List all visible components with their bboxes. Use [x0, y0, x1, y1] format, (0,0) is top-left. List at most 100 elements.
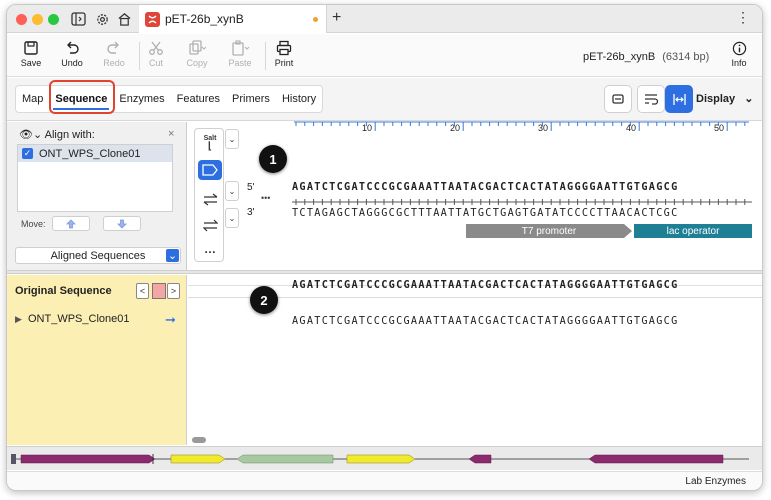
gear-icon[interactable] — [93, 10, 111, 28]
next-button[interactable]: > — [167, 283, 180, 299]
wrap-text-button[interactable] — [637, 85, 665, 113]
fit-width-icon — [672, 93, 686, 105]
tab-history[interactable]: History — [276, 86, 322, 112]
pane-splitter[interactable] — [7, 270, 762, 274]
feature-bar[interactable] — [20, 454, 156, 464]
print-button[interactable]: Print — [265, 38, 303, 68]
arrow-right-icon[interactable]: ➞ — [165, 312, 176, 328]
redo-label: Redo — [103, 58, 125, 68]
salt-button[interactable]: Salt ⌊ — [198, 133, 222, 153]
dna-file-icon — [145, 11, 160, 27]
list-item-label: ONT_WPS_Clone01 — [39, 147, 141, 160]
list-item[interactable]: ▶ ONT_WPS_Clone01 — [15, 313, 129, 325]
fit-width-button[interactable] — [665, 85, 693, 113]
cut-button[interactable]: Cut — [137, 38, 175, 68]
list-item-label: ONT_WPS_Clone01 — [27, 313, 130, 325]
cut-label: Cut — [148, 58, 163, 68]
document-name: pET-26b_xynB — [583, 51, 656, 63]
document-tab-title: pET-26b_xynB — [165, 12, 244, 26]
copy-button[interactable]: Copy — [178, 38, 216, 68]
tab-primers[interactable]: Primers — [226, 86, 276, 112]
chevron-down-icon: ⌄ — [228, 134, 236, 144]
print-label: Print — [274, 58, 294, 68]
home-icon[interactable] — [115, 10, 133, 28]
aligned-sequence[interactable]: AGATCTCGATCCCGCGAAATTAATACGACTCACTATAGGG… — [292, 316, 679, 327]
label-tool-button[interactable] — [198, 160, 222, 180]
top-strand-sequence[interactable]: AGATCTCGATCCCGCGAAATTAATACGACTCACTATAGGG… — [292, 182, 679, 193]
ruler-label: 10 — [362, 123, 373, 133]
swap-icon — [202, 219, 218, 231]
info-label: Info — [731, 58, 747, 68]
bottom-strand-sequence[interactable]: TCTAGAGCTAGGGCGCTTTAATTATGCTGAGTGATATCCC… — [292, 208, 679, 219]
callout-marker-2: 2 — [250, 286, 278, 314]
status-bar: Lab Enzymes — [7, 471, 762, 490]
close-window-button[interactable] — [16, 14, 27, 25]
unsaved-indicator — [313, 17, 318, 22]
strand-dropdown[interactable]: ⌄ — [225, 181, 239, 201]
align-panel: 👁︎⌄ Align with: × ✓ ONT_WPS_Clone01 Move… — [7, 122, 187, 270]
previous-button[interactable]: < — [136, 283, 149, 299]
tab-map[interactable]: Map — [16, 86, 49, 112]
checkbox[interactable]: ✓ — [22, 148, 33, 159]
feature-map — [11, 454, 749, 464]
display-menu-button[interactable]: Display ⌄ — [696, 92, 753, 105]
original-sequence-panel: Original Sequence < > ▶ ONT_WPS_Clone01 … — [7, 275, 187, 445]
save-icon — [12, 38, 50, 58]
selection-icon — [612, 94, 624, 104]
strand-toggle-button[interactable] — [198, 189, 222, 209]
tab-features[interactable]: Features — [171, 86, 226, 112]
salt-dropdown[interactable]: ⌄ — [225, 129, 239, 149]
printer-icon — [265, 38, 303, 58]
feature-bar[interactable] — [588, 454, 724, 464]
copy-label: Copy — [186, 58, 208, 68]
close-align-panel-button[interactable]: × — [168, 128, 174, 140]
save-button[interactable]: Save — [12, 38, 50, 68]
feature-lac-operator[interactable]: lac operator — [634, 224, 752, 238]
clipboard-icon — [221, 38, 259, 58]
feature-bar[interactable] — [236, 454, 334, 464]
list-item[interactable]: ✓ ONT_WPS_Clone01 — [18, 145, 172, 162]
tab-enzymes[interactable]: Enzymes — [113, 86, 170, 112]
align-with-header[interactable]: 👁︎⌄ Align with: — [19, 128, 95, 141]
swap-dropdown[interactable]: ⌄ — [225, 208, 239, 228]
minimize-window-button[interactable] — [32, 14, 43, 25]
feature-t7-promoter[interactable]: T7 promoter — [466, 224, 632, 238]
sidebar-toggle-icon[interactable] — [69, 10, 87, 28]
more-tools-button[interactable]: … — [198, 239, 222, 259]
color-swatch[interactable] — [152, 283, 166, 299]
horizontal-scrollbar[interactable] — [192, 437, 206, 443]
arrow-up-icon — [66, 218, 76, 228]
move-down-button[interactable] — [103, 216, 141, 231]
swap-strand-button[interactable] — [198, 215, 222, 235]
sequence-map-strip[interactable] — [7, 446, 762, 470]
move-up-button[interactable] — [52, 216, 90, 231]
document-length: (6314 bp) — [662, 51, 710, 63]
undo-label: Undo — [61, 58, 83, 68]
eye-icon: 👁︎⌄ — [19, 129, 43, 141]
original-sequence-title: Original Sequence — [15, 285, 112, 297]
feature-bar[interactable] — [468, 454, 492, 464]
feature-bar[interactable] — [346, 454, 416, 464]
salt-icon: ⌊ — [208, 141, 212, 152]
status-enzymes-label[interactable]: Lab Enzymes — [685, 476, 746, 487]
paste-button[interactable]: Paste — [221, 38, 259, 68]
undo-button[interactable]: Undo — [53, 38, 91, 68]
undo-icon — [53, 38, 91, 58]
more-menu-button[interactable]: ⋮ — [736, 9, 750, 26]
redo-button[interactable]: Redo — [95, 38, 133, 68]
maximize-window-button[interactable] — [48, 14, 59, 25]
expand-triangle-icon[interactable]: ▶ — [15, 314, 22, 324]
feature-bar[interactable] — [170, 454, 226, 464]
view-tabs-bar: Map Sequence Enzymes Features Primers Hi… — [7, 78, 762, 121]
info-button[interactable]: Info — [720, 38, 758, 68]
aligned-sequences-select[interactable]: Aligned Sequences ⌄ — [15, 247, 181, 264]
feature-label: lac operator — [666, 225, 720, 237]
add-tab-button[interactable]: + — [332, 9, 341, 27]
document-tab[interactable]: pET-26b_xynB — [139, 5, 327, 33]
wrap-icon — [644, 94, 658, 105]
move-label: Move: — [21, 219, 46, 229]
chevron-down-icon: ⌄ — [166, 249, 179, 262]
reference-sequence[interactable]: AGATCTCGATCCCGCGAAATTAATACGACTCACTATAGGG… — [292, 280, 679, 291]
selection-mode-button[interactable] — [604, 85, 632, 113]
aligned-select-value: Aligned Sequences — [50, 249, 146, 262]
